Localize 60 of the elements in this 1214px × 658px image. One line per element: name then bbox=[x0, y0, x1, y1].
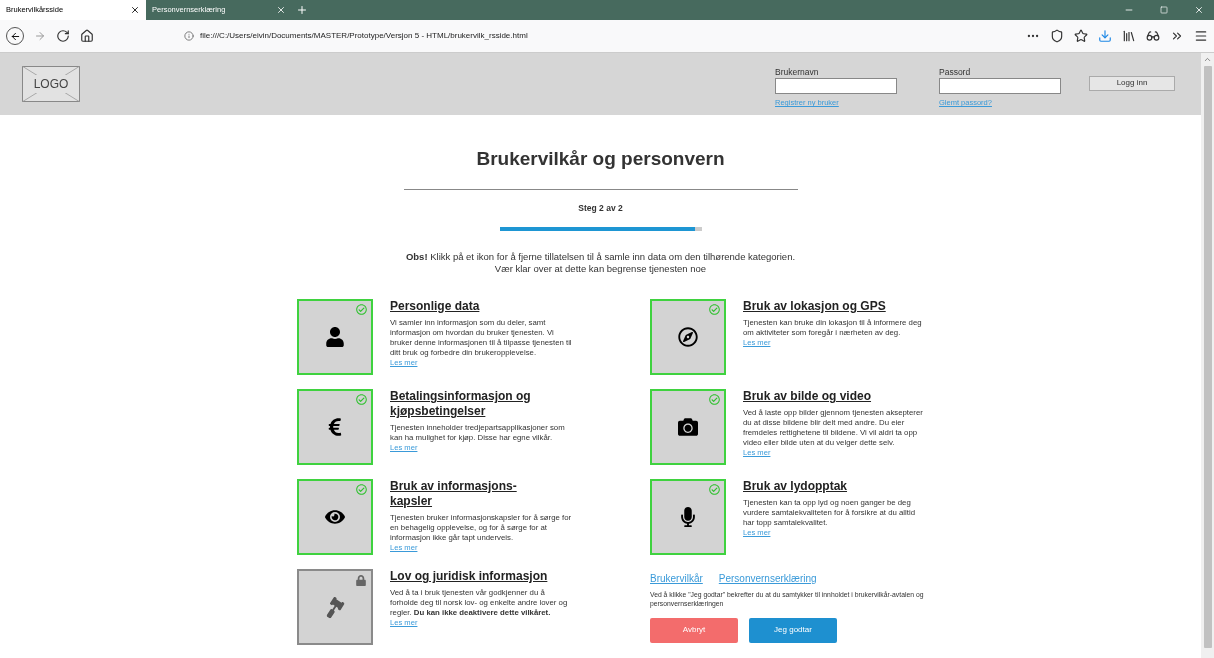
back-icon bbox=[9, 30, 21, 42]
category-toggle[interactable] bbox=[650, 478, 726, 555]
scrollbar[interactable] bbox=[1201, 53, 1214, 658]
category-toggle[interactable] bbox=[297, 478, 373, 555]
check-icon bbox=[356, 483, 367, 495]
category-toggle[interactable] bbox=[297, 568, 373, 645]
category-title: Betalingsinformasjon og kjøpsbetingelser bbox=[390, 388, 532, 419]
category-title: Bruk av informasjons-kapsler bbox=[390, 478, 518, 509]
login-button[interactable]: Logg inn bbox=[1089, 75, 1175, 91]
category-title: Bruk av lydopptak bbox=[743, 478, 849, 494]
logo-text: LOGO bbox=[31, 75, 71, 93]
glasses-icon bbox=[1146, 29, 1160, 43]
notice-text: Vær klar over at dette kan begrense tjenesten noe bbox=[494, 262, 707, 275]
lock-icon bbox=[356, 574, 366, 586]
document-link[interactable]: Brukervilkår bbox=[650, 570, 703, 586]
category-toggle[interactable] bbox=[650, 298, 726, 375]
close-icon bbox=[1194, 5, 1204, 15]
microphone-icon bbox=[678, 506, 698, 527]
home-icon bbox=[80, 29, 94, 43]
camera-icon bbox=[678, 416, 698, 437]
address-text: file:///C:/Users/eivin/Documents/MASTER/Prototype/Versjon 5 - HTML/brukervilk_rsside.html bbox=[200, 30, 528, 42]
check-icon bbox=[709, 303, 720, 315]
field-label: Brukernavn bbox=[775, 65, 820, 79]
overflow-icon bbox=[1170, 29, 1184, 43]
download-icon bbox=[1098, 29, 1112, 43]
new-tab-icon bbox=[296, 4, 308, 16]
step-indicator: Steg 2 av 2 bbox=[578, 202, 623, 215]
person-icon bbox=[325, 326, 345, 347]
category-toggle[interactable] bbox=[297, 388, 373, 465]
scroll-up-icon bbox=[1203, 55, 1212, 64]
category-title: Lov og juridisk informasjon bbox=[390, 568, 549, 584]
category-toggle[interactable] bbox=[297, 298, 373, 375]
check-icon bbox=[709, 393, 720, 405]
category-toggle[interactable] bbox=[650, 388, 726, 465]
check-icon bbox=[356, 303, 367, 315]
compass-icon bbox=[678, 326, 698, 347]
category-title: Bruk av bilde og video bbox=[743, 388, 873, 404]
accept-button[interactable]: Jeg godtar bbox=[749, 617, 837, 643]
info-icon bbox=[184, 31, 194, 41]
notice-text: Obs! Klikk på et ikon for å fjerne tillatelsen til å samle inn data om den tilhørende kategorien. bbox=[405, 250, 796, 263]
check-icon bbox=[709, 483, 720, 495]
forward-icon bbox=[34, 30, 46, 42]
reload-icon bbox=[56, 29, 70, 43]
address-bar[interactable]: file:///C:/Users/eivin/Documents/MASTER/Prototype/Versjon 5 - HTML/brukervilk_rsside.html bbox=[184, 25, 1016, 47]
close-icon bbox=[276, 5, 286, 15]
check-icon bbox=[356, 393, 367, 405]
field-label: Passord bbox=[939, 65, 972, 79]
menu-icon bbox=[1194, 29, 1208, 43]
close-icon bbox=[130, 5, 140, 15]
username-field[interactable] bbox=[775, 78, 897, 95]
document-link[interactable]: Personvernserklæring bbox=[718, 570, 817, 586]
category-title: Personlige data bbox=[390, 298, 481, 314]
maximize-icon bbox=[1160, 6, 1168, 14]
shield-icon bbox=[1050, 29, 1064, 43]
page-title: Brukervilkår og personvern bbox=[476, 147, 725, 171]
password-field[interactable] bbox=[939, 78, 1061, 95]
library-icon bbox=[1122, 29, 1136, 43]
cancel-button[interactable]: Avbryt bbox=[650, 617, 738, 643]
star-icon bbox=[1074, 29, 1088, 43]
category-title: Bruk av lokasjon og GPS bbox=[743, 298, 887, 314]
